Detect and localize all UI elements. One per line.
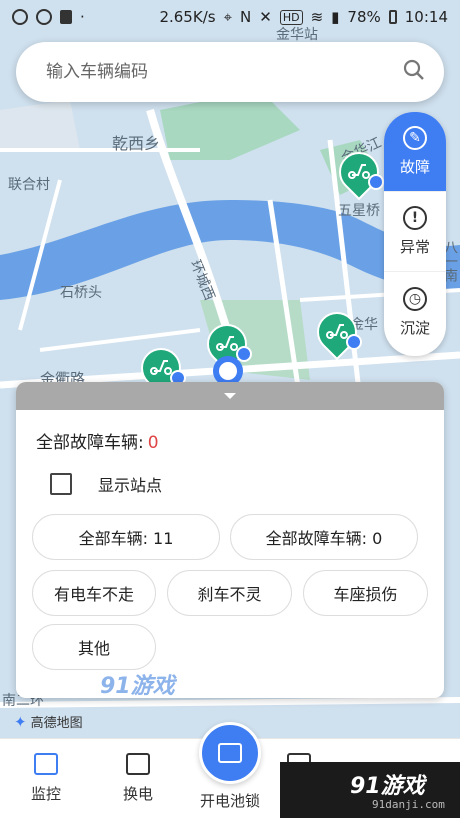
nfc-icon: N — [240, 8, 252, 26]
nav-swap-battery[interactable]: 换电 — [103, 753, 173, 804]
powered-not-moving-button[interactable]: 有电车不走 — [32, 570, 156, 616]
amap-logo-icon: ✦ — [14, 712, 27, 731]
network-speed: 2.65K/s — [159, 8, 216, 26]
scooter-icon — [326, 321, 348, 339]
dot-icon: · — [80, 8, 85, 26]
filter-idle[interactable]: ◷ 沉淀 — [384, 272, 446, 352]
map-brand-label: 高德地图 — [30, 716, 83, 731]
user-badge-icon — [368, 174, 384, 190]
wifi-icon: ≋ — [310, 8, 324, 26]
panel-title: 全部故障车辆: 0 — [36, 428, 159, 453]
filter-label: 沉淀 — [399, 318, 430, 337]
user-badge-icon — [346, 334, 362, 350]
nav-label: 换电 — [122, 785, 153, 803]
wrench-icon: ✎ — [403, 126, 427, 150]
scan-icon — [218, 743, 242, 763]
map-brand: ✦ 高德地图 — [14, 712, 83, 732]
hd-badge: HD — [279, 9, 303, 25]
all-vehicles-button[interactable]: 全部车辆: 11 — [32, 514, 220, 560]
nav-label: 监控 — [30, 785, 61, 803]
notification-icon — [12, 9, 28, 25]
mute-icon: ✕ — [259, 8, 272, 26]
battery-swap-icon — [126, 753, 150, 775]
filter-column: ✎ 故障 ! 异常 ◷ 沉淀 — [384, 112, 446, 356]
scooter-marker[interactable] — [330, 143, 388, 201]
other-button[interactable]: 其他 — [32, 624, 156, 670]
scooter-marker[interactable] — [308, 303, 366, 361]
bag-icon — [60, 10, 72, 24]
signal-icon: ▮ — [331, 8, 340, 26]
show-stations-checkbox[interactable] — [50, 473, 72, 495]
unlock-battery-label: 开电池锁 — [199, 792, 260, 810]
scooter-icon — [216, 333, 238, 351]
location-icon: ⌖ — [223, 8, 233, 26]
watermark-logo: 91游戏 91danji.com — [280, 762, 460, 818]
watermark-overlay: 91游戏 — [100, 674, 175, 698]
panel-title-label: 全部故障车辆: — [36, 433, 144, 453]
clock-time: 10:14 — [404, 8, 448, 26]
seat-damage-button[interactable]: 车座损伤 — [303, 570, 428, 616]
show-stations-row[interactable]: 显示站点 — [50, 472, 162, 496]
filter-fault[interactable]: ✎ 故障 — [384, 112, 446, 192]
brake-failure-button[interactable]: 刹车不灵 — [167, 570, 292, 616]
status-bar: · 2.65K/s ⌖ N ✕ HD ≋ ▮ 78% 10:14 — [0, 0, 460, 34]
search-input[interactable] — [46, 62, 402, 82]
fault-count: 0 — [147, 433, 159, 453]
map-label: 五星桥 — [338, 203, 380, 219]
filter-abnormal[interactable]: ! 异常 — [384, 192, 446, 272]
clock-icon: ◷ — [403, 286, 427, 311]
battery-level: 78% — [347, 8, 381, 26]
alert-icon: ! — [403, 206, 427, 230]
show-stations-label: 显示站点 — [98, 476, 163, 495]
all-fault-vehicles-button[interactable]: 全部故障车辆: 0 — [230, 514, 418, 560]
scooter-icon — [150, 357, 172, 375]
scan-unlock-button[interactable] — [199, 722, 261, 784]
map-label: 乾西乡 — [112, 134, 161, 153]
fault-panel: 全部故障车辆: 0 显示站点 全部车辆: 11 全部故障车辆: 0 有电车不走 刹… — [16, 382, 444, 698]
map-label: 联合村 — [8, 177, 50, 193]
chevron-down-icon — [224, 393, 236, 399]
filter-label: 异常 — [399, 238, 430, 256]
search-icon[interactable] — [402, 58, 426, 86]
nav-monitor[interactable]: 监控 — [11, 753, 81, 804]
battery-icon — [388, 10, 397, 24]
app-icon — [36, 9, 52, 25]
watermark-logo-text: 91游戏 — [350, 774, 425, 799]
map-label: 石桥头 — [60, 285, 102, 301]
search-bar[interactable] — [16, 42, 444, 102]
filter-label: 故障 — [399, 158, 430, 176]
scooter-icon — [348, 161, 370, 179]
monitor-icon — [34, 753, 58, 775]
panel-collapse-handle[interactable] — [16, 382, 444, 410]
watermark-domain: 91danji.com — [372, 798, 445, 811]
